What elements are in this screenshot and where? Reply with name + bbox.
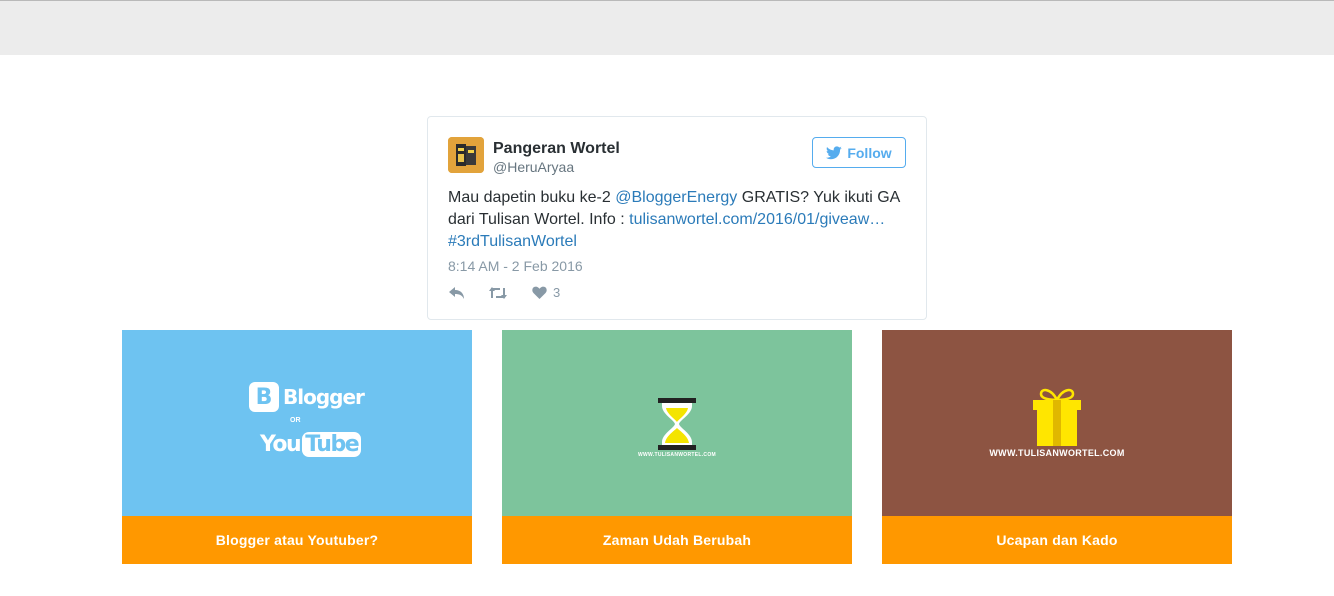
blogger-logo: B Blogger xyxy=(249,382,365,412)
hourglass-icon xyxy=(658,398,696,450)
or-text: OR xyxy=(290,417,301,424)
post-title[interactable]: Blogger atau Youtuber? xyxy=(122,516,472,564)
post-title[interactable]: Zaman Udah Berubah xyxy=(502,516,852,564)
youtube-wordmark-you: You xyxy=(260,432,302,457)
tweet-text: Mau dapetin buku ke-2 @BloggerEnergy GRA… xyxy=(448,187,910,253)
post-thumbnail[interactable]: WWW.TULISANWORTEL.COM xyxy=(502,330,852,516)
avatar-book-icon xyxy=(448,137,484,173)
tweet-timestamp[interactable]: 8:14 AM - 2 Feb 2016 xyxy=(448,258,583,274)
browser-top-bar xyxy=(0,0,1334,55)
follow-label: Follow xyxy=(847,144,892,161)
retweet-button[interactable] xyxy=(488,286,508,300)
site-url-text: WWW.TULISANWORTEL.COM xyxy=(989,448,1125,458)
url-link[interactable]: tulisanwortel.com/2016/01/giveaw… xyxy=(629,211,885,228)
reply-button[interactable] xyxy=(448,286,466,300)
post-thumbnail[interactable]: B Blogger OR You Tube xyxy=(122,330,472,516)
mention-link[interactable]: @BloggerEnergy xyxy=(615,189,737,206)
post-title[interactable]: Ucapan dan Kado xyxy=(882,516,1232,564)
tweet-text-part: Mau dapetin buku ke-2 xyxy=(448,189,616,206)
retweet-icon xyxy=(489,286,507,299)
gift-icon xyxy=(1033,388,1081,446)
twitter-bird-icon xyxy=(826,145,843,159)
post-card-ucapan-dan-kado[interactable]: WWW.TULISANWORTEL.COM Ucapan dan Kado xyxy=(882,330,1232,564)
post-card-zaman-udah-berubah[interactable]: WWW.TULISANWORTEL.COM Zaman Udah Berubah xyxy=(502,330,852,564)
heart-icon xyxy=(532,286,547,299)
author-handle[interactable]: @HeruAryaa xyxy=(493,159,574,175)
tweet-actions: 3 xyxy=(448,285,560,300)
reply-icon xyxy=(449,286,464,299)
post-card-blogger-youtuber[interactable]: B Blogger OR You Tube Blogger atau Youtu… xyxy=(122,330,472,564)
blogger-wordmark: Blogger xyxy=(283,385,365,409)
post-thumbnail[interactable]: WWW.TULISANWORTEL.COM xyxy=(882,330,1232,516)
youtube-logo: You Tube xyxy=(260,432,362,457)
site-url-text: WWW.TULISANWORTEL.COM xyxy=(638,452,716,458)
author-avatar[interactable] xyxy=(448,137,484,173)
embedded-tweet: Pangeran Wortel @HeruAryaa Follow Mau da… xyxy=(427,116,927,320)
like-count: 3 xyxy=(553,285,561,300)
like-button[interactable]: 3 xyxy=(532,285,560,300)
author-name[interactable]: Pangeran Wortel xyxy=(493,140,620,158)
blogger-icon: B xyxy=(249,382,279,412)
follow-button[interactable]: Follow xyxy=(812,137,906,168)
youtube-wordmark-tube: Tube xyxy=(302,432,362,457)
hashtag-link[interactable]: #3rdTulisanWortel xyxy=(448,233,577,250)
